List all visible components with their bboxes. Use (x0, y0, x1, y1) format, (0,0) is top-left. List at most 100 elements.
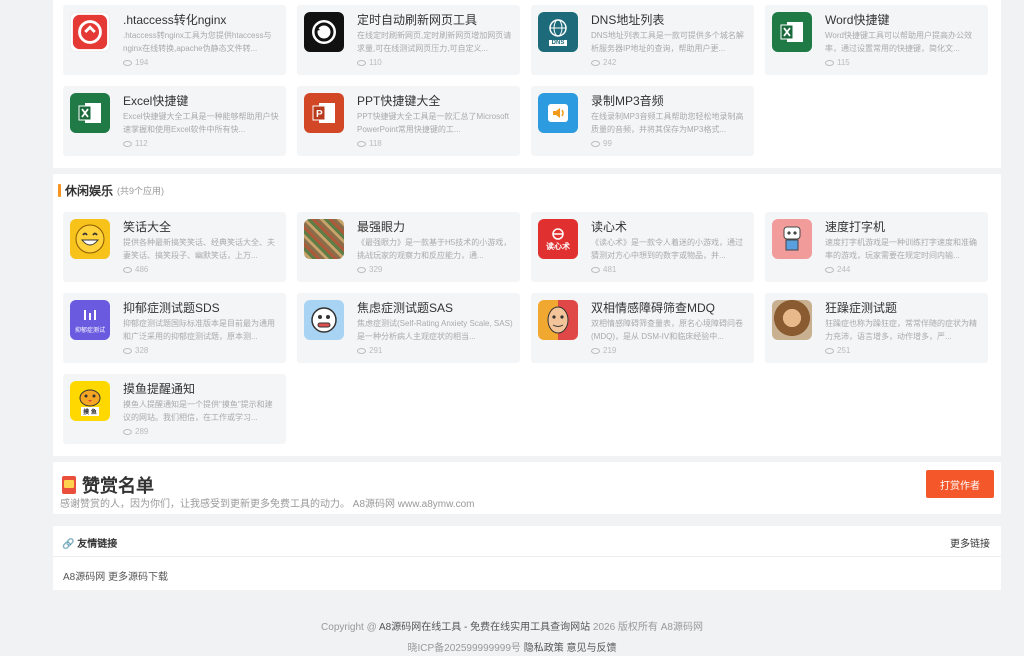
view-count: 244 (825, 265, 850, 274)
footer-icp: 晓ICP备202599999999号 隐私政策 意见与反馈 (0, 639, 1024, 654)
footer-site-link[interactable]: A8源码网在线工具 - 免费在线实用工具查询网站 (379, 622, 590, 633)
reward-subtitle: 感谢赞赏的人，因为你们，让我感受到更新更多免费工具的动力。 A8源码网 www.… (60, 499, 475, 510)
links-title: 🔗 友情链接 (62, 539, 118, 550)
tool-title: PPT快捷键大全 (357, 94, 441, 108)
tool-desc: 抑郁症测试题国际标准版本是目前最为通用和广泛采用的抑郁症测试题，原本测... (123, 319, 275, 341)
friend-links-list[interactable]: A8源码网 更多源码下载 (63, 568, 168, 583)
view-count: 251 (825, 346, 850, 355)
depression-test-icon: 抑郁症测试 (70, 300, 110, 340)
bipolar-face-icon (538, 300, 578, 340)
eye-icon (123, 347, 132, 354)
eye-icon (357, 347, 366, 354)
tool-card[interactable]: Excel快捷键 Excel快捷键大全工具是一种能够帮助用户快速掌握和使用Exc… (63, 86, 286, 156)
view-count: 99 (591, 139, 612, 148)
footer-copyright: Copyright @ A8源码网在线工具 - 免费在线实用工具查询网站 202… (321, 622, 703, 633)
eye-icon (123, 140, 132, 147)
view-count: 194 (123, 58, 148, 67)
tool-title: Excel快捷键 (123, 94, 189, 108)
tool-card[interactable]: Word快捷键 Word快捷键工具可以帮助用户提高办公效率，通过设置常用的快捷键… (765, 5, 988, 75)
eye-icon (591, 140, 600, 147)
more-links[interactable]: 更多链接 (950, 535, 990, 550)
tool-card[interactable]: 速度打字机 速度打字机游戏是一种训练打字速度和准确率的游戏，玩家需要在规定时间内… (765, 212, 988, 282)
tool-card[interactable]: 录制MP3音频 在线录制MP3音频工具帮助您轻松地录制高质量的音频，并将其保存为… (531, 86, 754, 156)
tool-desc: Word快捷键工具可以帮助用户提高办公效率，通过设置常用的快捷键，简化文... (825, 31, 972, 53)
eye-icon (123, 266, 132, 273)
view-count: 115 (825, 58, 850, 67)
view-count: 219 (591, 346, 616, 355)
eye-icon (825, 266, 834, 273)
tool-desc: 狂躁症也称为躁狂症，常常伴随的症状为精力充沛，语言增多，动作增多，严... (825, 319, 977, 341)
tool-desc: .htaccess转nginx工具为您提供htaccess与nginx在线转换,… (123, 31, 272, 53)
leisure-cards: 笑话大全 提供各种最新搞笑笑话、经典笑话大全、夫妻笑话、搞笑段子、幽默笑话，上万… (53, 174, 1001, 456)
mania-photo-icon (772, 300, 812, 340)
view-count: 112 (123, 139, 148, 148)
tool-desc: 《读心术》是一款令人着迷的小游戏，通过猜测对方心中想到的数字或物品，并... (591, 238, 743, 260)
tool-card[interactable]: 摸 鱼 摸鱼提醒通知 摸鱼人提醒通知是一个提供"摸鱼"提示和建议的网站。我们相信… (63, 374, 286, 444)
tool-desc: Excel快捷键大全工具是一种能够帮助用户快速掌握和使用Excel软件中所有快.… (123, 112, 279, 134)
view-count: 328 (123, 346, 148, 355)
htaccess-icon (70, 12, 110, 52)
tool-card[interactable]: 双相情感障碍筛查MDQ 双相情感障碍筛查量表，原名心境障碍问卷(MDQ)，是从 … (531, 293, 754, 363)
typing-robot-icon (772, 219, 812, 259)
tool-title: 狂躁症测试题 (825, 301, 898, 315)
tool-desc: 在线定时刷新网页,定时刷新网页增加网页请求量,可在线测试网页压力,可自定义... (357, 31, 512, 53)
tool-card[interactable]: .htaccess转化nginx .htaccess转nginx工具为您提供ht… (63, 5, 286, 75)
view-count: 118 (357, 139, 382, 148)
tool-card[interactable]: 焦虑症测试题SAS 焦虑症测试(Self-Rating Anxiety Scal… (297, 293, 520, 363)
view-count: 486 (123, 265, 148, 274)
tool-card[interactable]: 读心术 读心术 《读心术》是一款令人着迷的小游戏，通过猜测对方心中想到的数字或物… (531, 212, 754, 282)
tool-desc: 《最强眼力》是一款基于H5技术的小游戏，挑战玩家的观察力和反应能力，通... (357, 238, 512, 260)
eye-icon (591, 266, 600, 273)
tool-desc: PPT快捷键大全工具是一款汇总了Microsoft PowerPoint常用快捷… (357, 112, 510, 134)
divider (53, 556, 1001, 557)
links-panel (53, 526, 1001, 590)
tool-title: 焦虑症测试题SAS (357, 301, 454, 315)
tool-desc: 在线录制MP3音频工具帮助您轻松地录制高质量的音频，并将其保存为MP3格式... (591, 112, 744, 134)
anxiety-face-icon (304, 300, 344, 340)
red-envelope-icon (62, 476, 76, 494)
eye-icon (591, 347, 600, 354)
tool-title: 笑话大全 (123, 220, 172, 234)
eye-icon (123, 428, 132, 435)
view-count: 242 (591, 58, 616, 67)
tool-title: 双相情感障碍筛查MDQ (591, 301, 715, 315)
view-count: 289 (123, 427, 148, 436)
tool-card[interactable]: DNS DNS地址列表 DNS地址列表工具是一款可提供多个城名解析服务器IP地址… (531, 5, 754, 75)
view-count: 481 (591, 265, 616, 274)
eye-icon (825, 59, 834, 66)
refresh-icon (304, 12, 344, 52)
excel-icon (772, 12, 812, 52)
speaker-icon (538, 93, 578, 133)
icp-number[interactable]: 晓ICP备202599999999号 (408, 643, 521, 654)
tool-desc: 焦虑症测试(Self-Rating Anxiety Scale, SAS) 是一… (357, 319, 513, 341)
tool-card[interactable]: P PPT快捷键大全 PPT快捷键大全工具是一款汇总了Microsoft Pow… (297, 86, 520, 156)
tool-title: DNS地址列表 (591, 13, 665, 27)
tool-title: 录制MP3音频 (591, 94, 664, 108)
tool-card[interactable]: 最强眼力 《最强眼力》是一款基于H5技术的小游戏，挑战玩家的观察力和反应能力，通… (297, 212, 520, 282)
tool-title: 摸鱼提醒通知 (123, 382, 196, 396)
tool-desc: 双相情感障碍筛查量表，原名心境障碍问卷(MDQ)，是从 DSM-IV和临床经验中… (591, 319, 743, 341)
tool-title: Word快捷键 (825, 13, 890, 27)
tool-title: 读心术 (591, 220, 628, 234)
link-icon: 🔗 (62, 539, 75, 550)
tool-title: 定时自动刷新网页工具 (357, 13, 478, 27)
smile-icon (70, 219, 110, 259)
feedback-link[interactable]: 意见与反馈 (566, 643, 616, 654)
view-count: 291 (357, 346, 382, 355)
mind-read-icon: 读心术 (538, 219, 578, 259)
tool-title: 最强眼力 (357, 220, 406, 234)
svg-text:P: P (316, 109, 323, 120)
eye-icon (357, 266, 366, 273)
excel-icon (70, 93, 110, 133)
privacy-link[interactable]: 隐私政策 (524, 643, 564, 654)
tool-title: .htaccess转化nginx (123, 13, 227, 27)
tool-card[interactable]: 狂躁症测试题 狂躁症也称为躁狂症，常常伴随的症状为精力充沛，语言增多，动作增多，… (765, 293, 988, 363)
tool-card[interactable]: 定时自动刷新网页工具 在线定时刷新网页,定时刷新网页增加网页请求量,可在线测试网… (297, 5, 520, 75)
tip-author-button[interactable]: 打赏作者 (926, 470, 994, 498)
tool-card[interactable]: 抑郁症测试 抑郁症测试题SDS 抑郁症测试题国际标准版本是目前最为通用和广泛采用… (63, 293, 286, 363)
tool-card[interactable]: 笑话大全 提供各种最新搞笑笑话、经典笑话大全、夫妻笑话、搞笑段子、幽默笑话，上万… (63, 212, 286, 282)
tool-desc: 速度打字机游戏是一种训练打字速度和准确率的游戏，玩家需要在规定时间内输... (825, 238, 977, 260)
ppt-icon: P (304, 93, 344, 133)
eye-icon (825, 347, 834, 354)
eye-icon (591, 59, 600, 66)
